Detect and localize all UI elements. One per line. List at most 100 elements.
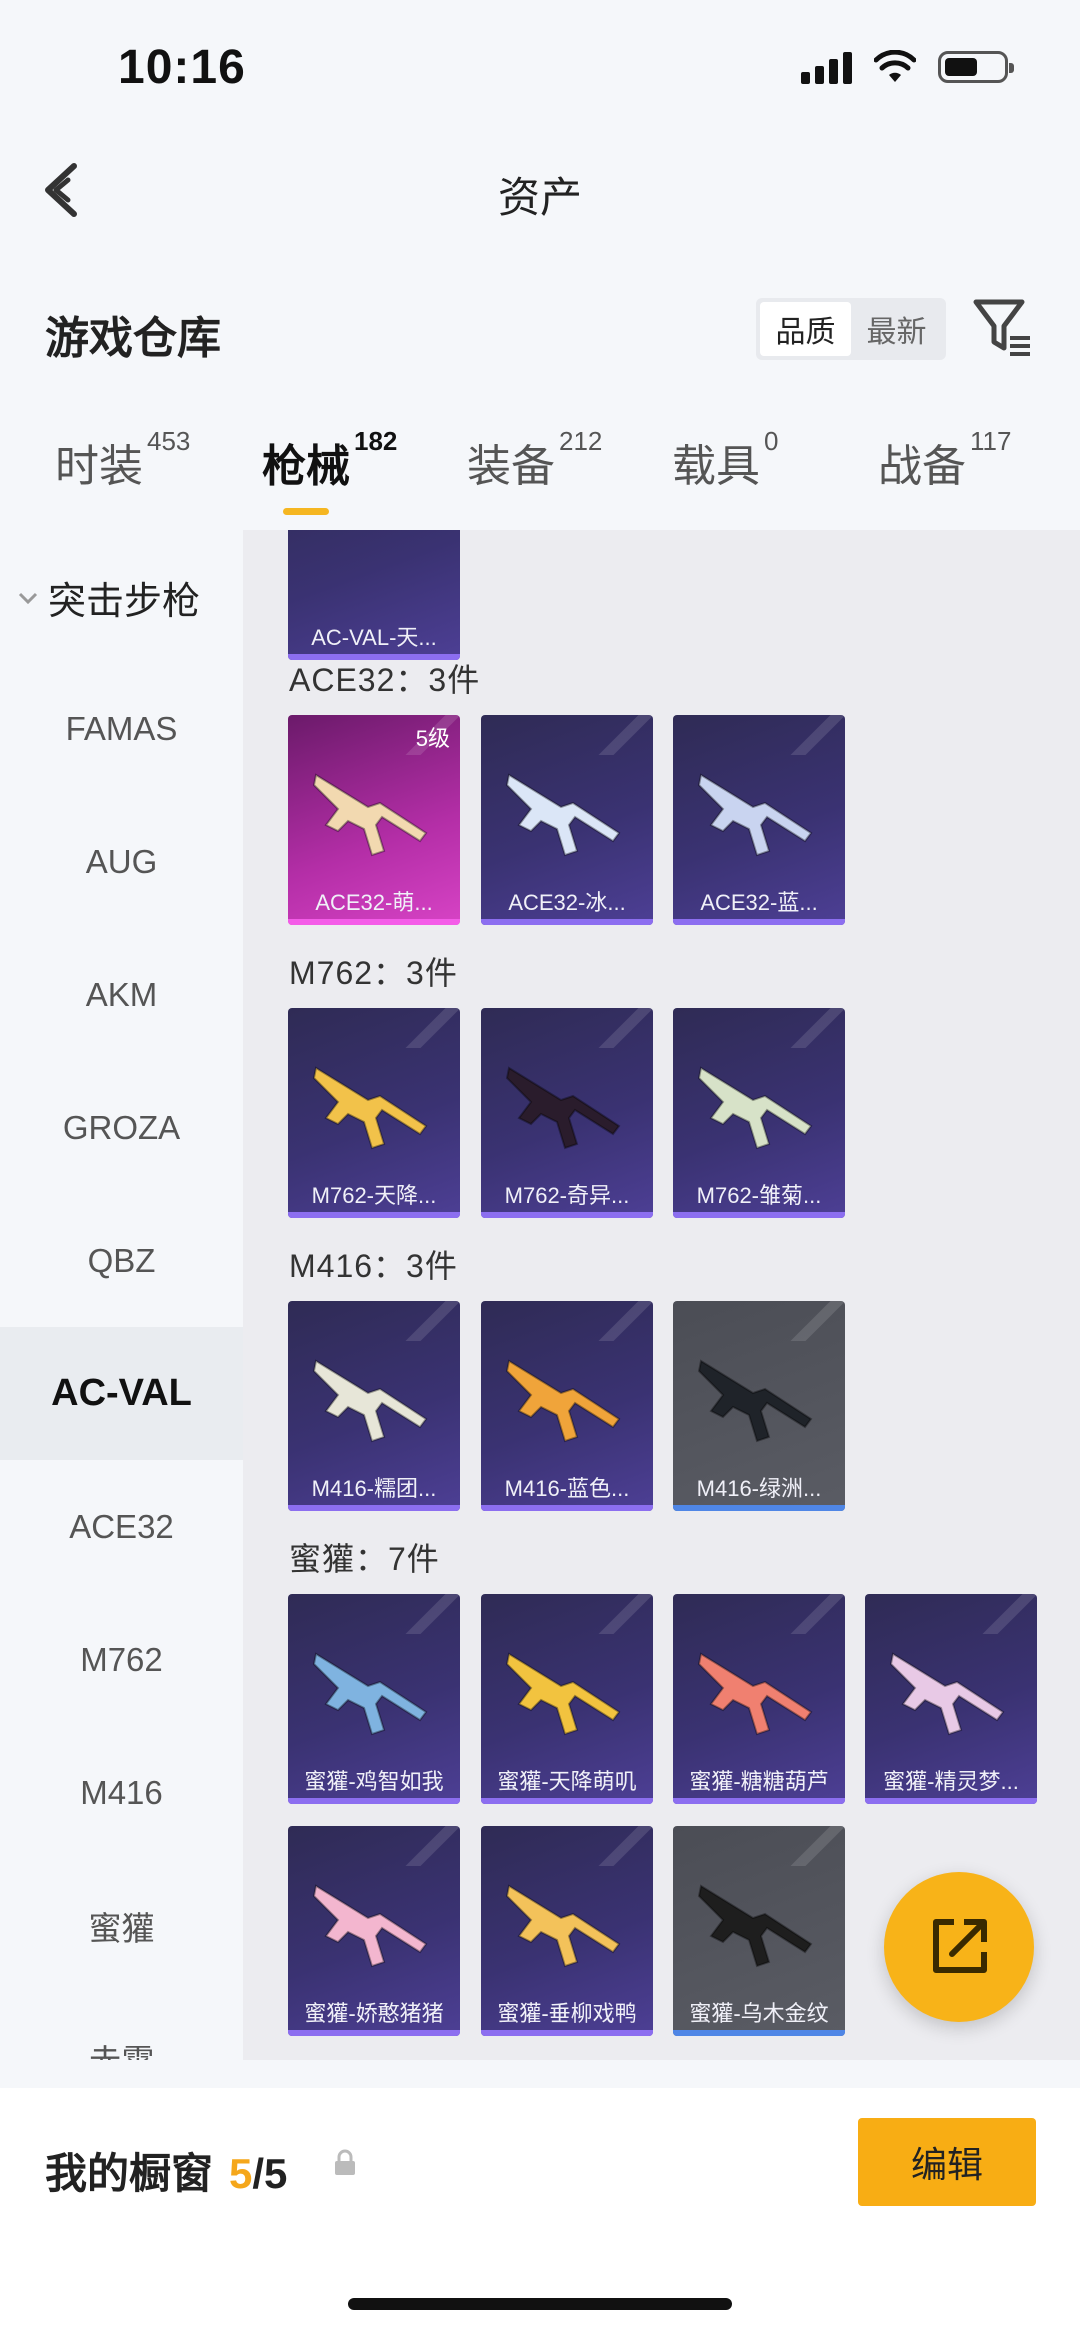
weapon-skin-icon bbox=[697, 773, 813, 857]
weapon-card[interactable]: ACE32-冰... bbox=[481, 715, 653, 925]
rarity-bar bbox=[673, 1505, 845, 1511]
battery-icon bbox=[938, 51, 1014, 83]
weapon-card-name: M416-绿洲... bbox=[696, 1476, 822, 1501]
rarity-bar bbox=[288, 1212, 460, 1218]
showcase-title: 我的橱窗 5/5 bbox=[45, 2140, 287, 2201]
sort-newest-option[interactable]: 最新 bbox=[851, 302, 942, 356]
weapon-card[interactable]: M416-糯团... bbox=[288, 1301, 460, 1511]
weapon-skin-icon bbox=[312, 1066, 428, 1150]
weapon-card-name: M416-糯团... bbox=[311, 1476, 437, 1501]
rarity-bar bbox=[481, 1212, 653, 1218]
sidebar-item-famas[interactable]: FAMAS bbox=[0, 662, 243, 795]
rarity-bar bbox=[865, 1798, 1037, 1804]
weapon-card-name: AC-VAL-天... bbox=[311, 625, 437, 650]
rarity-bar bbox=[481, 1505, 653, 1511]
weapon-card[interactable]: 蜜獾-乌木金纹 bbox=[673, 1826, 845, 2036]
sidebar-item-honey-badger[interactable]: 蜜獾 bbox=[0, 1859, 243, 1992]
group-label: ACE32：3件 bbox=[289, 662, 481, 698]
sidebar-item-m762[interactable]: M762 bbox=[0, 1593, 243, 1726]
weapon-skin-icon bbox=[697, 1652, 813, 1736]
rarity-bar bbox=[288, 1505, 460, 1511]
weapon-card[interactable]: M762-雏菊... bbox=[673, 1008, 845, 1218]
weapon-card[interactable]: 蜜獾-精灵梦... bbox=[865, 1594, 1037, 1804]
sidebar-item-m416[interactable]: M416 bbox=[0, 1726, 243, 1859]
weapon-grid: AC-VAL-天... ACE32：3件 5级 ACE32-萌... ACE32-冰.… bbox=[243, 530, 1080, 2060]
lock-icon bbox=[335, 2149, 355, 2175]
weapon-skin-icon bbox=[312, 773, 428, 857]
sidebar-item-chixiao[interactable]: 赤霄 bbox=[0, 1992, 243, 2061]
weapon-card-name: 蜜獾-乌木金纹 bbox=[689, 2001, 829, 2026]
page-title: 资产 bbox=[497, 174, 582, 221]
rarity-bar bbox=[673, 919, 845, 925]
sidebar-group-label: 突击步枪 bbox=[48, 581, 201, 623]
active-tab-indicator bbox=[283, 508, 329, 515]
tab-supplies[interactable]: 战备117 bbox=[878, 426, 1011, 494]
weapon-card-name: M762-天降... bbox=[311, 1183, 437, 1208]
rarity-bar bbox=[481, 1798, 653, 1804]
weapon-card-name: 蜜獾-垂柳戏鸭 bbox=[497, 2001, 637, 2026]
signal-icon bbox=[801, 50, 852, 84]
rarity-bar bbox=[481, 919, 653, 925]
showcase-count-current: 5 bbox=[229, 2150, 253, 2197]
weapon-card[interactable]: 蜜獾-天降萌叽 bbox=[481, 1594, 653, 1804]
category-tabs: 时装453 枪械182 装备212 载具0 战备117 bbox=[0, 426, 1080, 530]
weapon-card[interactable]: M416-蓝色... bbox=[481, 1301, 653, 1511]
weapon-card-name: ACE32-萌... bbox=[315, 890, 433, 915]
weapon-card-name: 蜜獾-精灵梦... bbox=[883, 1769, 1019, 1794]
weapon-card[interactable]: ACE32-蓝... bbox=[673, 715, 845, 925]
weapon-skin-icon bbox=[505, 1884, 621, 1968]
filter-icon[interactable] bbox=[972, 296, 1034, 362]
weapon-card-name: M762-雏菊... bbox=[696, 1183, 822, 1208]
weapon-card-name: 蜜獾-天降萌叽 bbox=[497, 1769, 637, 1794]
weapon-skin-icon bbox=[505, 773, 621, 857]
sort-quality-option[interactable]: 品质 bbox=[760, 302, 851, 356]
rarity-bar bbox=[288, 1798, 460, 1804]
weapon-skin-icon bbox=[312, 1652, 428, 1736]
warehouse-title: 游戏仓库 bbox=[45, 314, 221, 363]
weapon-card-name: 蜜獾-糖糖葫芦 bbox=[689, 1769, 829, 1794]
weapon-card-name: ACE32-冰... bbox=[508, 890, 626, 915]
edit-button[interactable]: 编辑 bbox=[858, 2118, 1036, 2206]
share-button[interactable] bbox=[884, 1872, 1034, 2022]
weapon-card[interactable]: M762-天降... bbox=[288, 1008, 460, 1218]
tab-fashion[interactable]: 时装453 bbox=[55, 426, 190, 494]
rarity-bar bbox=[288, 2030, 460, 2036]
sidebar-item-aug[interactable]: AUG bbox=[0, 795, 243, 928]
weapon-skin-icon bbox=[697, 1884, 813, 1968]
weapon-card[interactable]: 蜜獾-垂柳戏鸭 bbox=[481, 1826, 653, 2036]
weapon-sidebar: 突击步枪 FAMAS AUG AKM GROZA QBZ AC-VAL ACE3… bbox=[0, 530, 243, 2060]
weapon-skin-icon bbox=[312, 1884, 428, 1968]
weapon-card[interactable]: 5级 ACE32-萌... bbox=[288, 715, 460, 925]
weapon-card[interactable]: M416-绿洲... bbox=[673, 1301, 845, 1511]
weapon-card[interactable]: 蜜獾-娇憨猪猪 bbox=[288, 1826, 460, 2036]
share-icon bbox=[933, 1919, 987, 1973]
showcase-title-text: 我的橱窗 bbox=[45, 2150, 214, 2197]
tab-equipment[interactable]: 装备212 bbox=[467, 426, 602, 494]
showcase-count-total: /5 bbox=[252, 2150, 288, 2197]
weapon-card[interactable]: M762-奇异... bbox=[481, 1008, 653, 1218]
status-icons bbox=[801, 50, 1014, 84]
sidebar-item-ace32[interactable]: ACE32 bbox=[0, 1460, 243, 1593]
group-label: 蜜獾：7件 bbox=[289, 1541, 440, 1577]
rarity-bar bbox=[673, 2030, 845, 2036]
rarity-bar bbox=[481, 2030, 653, 2036]
weapon-card-name: M762-奇异... bbox=[504, 1183, 630, 1208]
sidebar-item-ac-val[interactable]: AC-VAL bbox=[0, 1327, 243, 1460]
group-label: M416：3件 bbox=[289, 1248, 458, 1284]
weapon-card[interactable]: 蜜獾-鸡智如我 bbox=[288, 1594, 460, 1804]
weapon-card[interactable]: AC-VAL-天... bbox=[288, 530, 460, 660]
sidebar-item-groza[interactable]: GROZA bbox=[0, 1061, 243, 1194]
sidebar-group-assault-rifles[interactable]: 突击步枪 bbox=[18, 570, 200, 625]
weapon-card-name: 蜜獾-鸡智如我 bbox=[304, 1769, 444, 1794]
wifi-icon bbox=[874, 50, 916, 82]
tab-weapons[interactable]: 枪械182 bbox=[262, 426, 397, 494]
home-indicator bbox=[348, 2298, 732, 2310]
weapon-card-name: M416-蓝色... bbox=[504, 1476, 630, 1501]
weapon-skin-icon bbox=[697, 1066, 813, 1150]
tab-vehicles[interactable]: 载具0 bbox=[672, 426, 778, 494]
sidebar-item-qbz[interactable]: QBZ bbox=[0, 1194, 243, 1327]
weapon-card[interactable]: 蜜獾-糖糖葫芦 bbox=[673, 1594, 845, 1804]
sort-toggle[interactable]: 品质 最新 bbox=[756, 298, 946, 360]
weapon-level-badge: 5级 bbox=[415, 726, 450, 751]
sidebar-item-akm[interactable]: AKM bbox=[0, 928, 243, 1061]
